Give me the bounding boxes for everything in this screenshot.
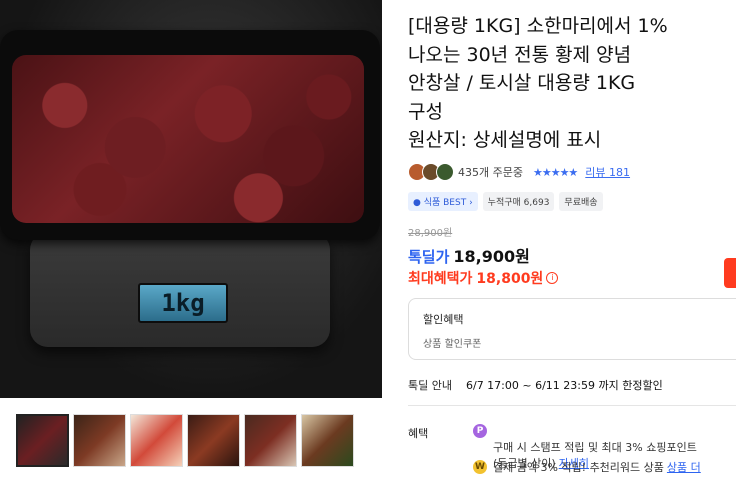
info-icon[interactable]: i — [546, 272, 559, 284]
more-products-link[interactable]: 상품 더 — [667, 461, 701, 474]
badge-row: ● 식품 BEST › 누적구매 6,693 무료배송 — [408, 192, 603, 211]
divider — [408, 405, 736, 406]
rating-row: 435개 주문중 ★★★★★ 리뷰 181 — [408, 163, 630, 181]
thumbnail-3[interactable] — [130, 414, 183, 467]
thumbnail-5[interactable] — [244, 414, 297, 467]
buyer-avatars — [408, 163, 454, 181]
thumbnail-4[interactable] — [187, 414, 240, 467]
max-benefit-label: 최대혜택가 — [408, 271, 473, 287]
deal-price-row: 톡딜가 18,900원 — [408, 243, 530, 267]
order-count: 435개 주문중 — [458, 166, 523, 179]
free-shipping-badge: 무료배송 — [559, 192, 603, 211]
product-coupon-label: 상품 할인쿠폰 — [423, 339, 482, 350]
original-price: 28,900원 — [408, 228, 453, 239]
discount-benefit-box[interactable]: 할인혜택 상품 할인쿠폰 — [408, 298, 736, 360]
deal-price: 18,900원 — [453, 247, 530, 266]
product-title: [대용량 1KG] 소한마리에서 1% 나오는 30년 전통 황제 양념 안창살… — [408, 15, 668, 151]
discount-benefit-title: 할인혜택 — [423, 313, 464, 326]
benefit-item-reward: W 결제 금액 3% 적립! 추천리워드 상품 상품 더 — [473, 460, 701, 476]
deal-price-label: 톡딜가 — [408, 248, 450, 266]
max-benefit-price: 18,800원 — [476, 271, 544, 287]
side-floating-tab[interactable] — [724, 258, 736, 288]
product-main-image[interactable]: 1kg — [0, 0, 382, 398]
star-rating-icon: ★★★★★ — [532, 165, 578, 179]
marinated-meat — [12, 55, 364, 223]
review-link[interactable]: 리뷰 181 — [585, 164, 630, 180]
cumulative-purchase-badge: 누적구매 6,693 — [482, 192, 555, 211]
thumbnail-strip — [16, 414, 354, 467]
thumbnail-2[interactable] — [73, 414, 126, 467]
benefit-reward-text: 결제 금액 3% 적립! 추천리워드 상품 — [493, 461, 664, 474]
deal-info-period: 6/7 17:00 ~ 6/11 23:59 까지 한정할인 — [465, 379, 663, 392]
deal-info-row: 톡딜 안내 6/7 17:00 ~ 6/11 23:59 까지 한정할인 — [408, 377, 663, 393]
deal-info-label: 톡딜 안내 — [408, 379, 452, 392]
avatar — [436, 163, 454, 181]
point-coin-icon: P — [473, 424, 487, 438]
benefits-label: 혜택 — [408, 427, 429, 440]
thumbnail-6[interactable] — [301, 414, 354, 467]
thumbnail-1[interactable] — [16, 414, 69, 467]
scale-display: 1kg — [138, 283, 228, 323]
food-best-badge[interactable]: ● 식품 BEST › — [408, 192, 478, 211]
max-benefit-row: 최대혜택가 18,800원 i — [408, 268, 559, 288]
reward-coin-icon: W — [473, 460, 487, 474]
